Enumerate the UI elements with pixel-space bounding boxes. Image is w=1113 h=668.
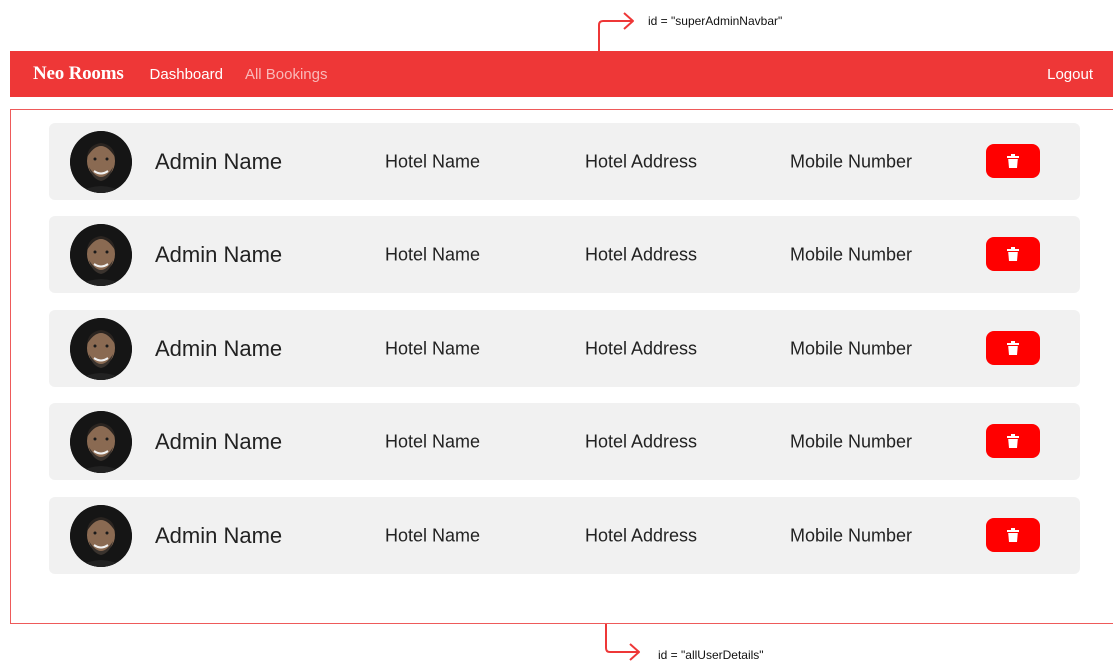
trash-icon [1007, 247, 1019, 261]
trash-icon [1007, 154, 1019, 168]
logout-button[interactable]: Logout [1047, 66, 1093, 83]
list-item: Admin Name Hotel Name Hotel Address Mobi… [49, 216, 1080, 293]
delete-button[interactable] [986, 237, 1040, 271]
mobile-number: Mobile Number [790, 244, 913, 264]
hotel-address: Hotel Address [585, 338, 698, 358]
hotel-name: Hotel Name [385, 151, 481, 171]
mobile-number: Mobile Number [790, 338, 913, 358]
all-user-details: Admin Name Hotel Name Hotel Address Mobi… [10, 109, 1113, 624]
admin-name: Admin Name [155, 428, 283, 454]
list-item: Admin Name Hotel Name Hotel Address Mobi… [49, 497, 1080, 574]
delete-button[interactable] [986, 518, 1040, 552]
avatar [70, 224, 132, 286]
admin-name: Admin Name [155, 522, 283, 548]
super-admin-navbar: Neo Rooms Dashboard All Bookings Logout [10, 51, 1113, 97]
brand-logo[interactable]: Neo Rooms [33, 63, 124, 85]
admin-name: Admin Name [155, 148, 283, 174]
hotel-address: Hotel Address [585, 525, 698, 545]
admin-name: Admin Name [155, 335, 283, 361]
list-item: Admin Name Hotel Name Hotel Address Mobi… [49, 403, 1080, 480]
list-item: Admin Name Hotel Name Hotel Address Mobi… [49, 310, 1080, 387]
details-id-annotation: id = "allUserDetails" [658, 648, 764, 662]
nav-link-all-bookings[interactable]: All Bookings [245, 66, 328, 83]
hotel-name: Hotel Name [385, 244, 481, 264]
hotel-address: Hotel Address [585, 431, 698, 451]
hotel-address: Hotel Address [585, 244, 698, 264]
mobile-number: Mobile Number [790, 525, 913, 545]
delete-button[interactable] [986, 331, 1040, 365]
admin-name: Admin Name [155, 241, 283, 267]
trash-icon [1007, 341, 1019, 355]
hotel-name: Hotel Name [385, 431, 481, 451]
annotation-arrow-navbar [598, 12, 634, 52]
mobile-number: Mobile Number [790, 151, 913, 171]
delete-button[interactable] [986, 144, 1040, 178]
hotel-name: Hotel Name [385, 525, 481, 545]
annotation-arrow-details [605, 624, 640, 661]
hotel-name: Hotel Name [385, 338, 481, 358]
trash-icon [1007, 434, 1019, 448]
avatar [70, 131, 132, 193]
trash-icon [1007, 528, 1019, 542]
list-item: Admin Name Hotel Name Hotel Address Mobi… [49, 123, 1080, 200]
mobile-number: Mobile Number [790, 431, 913, 451]
delete-button[interactable] [986, 424, 1040, 458]
avatar [70, 505, 132, 567]
hotel-address: Hotel Address [585, 151, 698, 171]
avatar [70, 411, 132, 473]
navbar-id-annotation: id = "superAdminNavbar" [648, 14, 783, 28]
nav-link-dashboard[interactable]: Dashboard [150, 66, 223, 83]
avatar [70, 318, 132, 380]
